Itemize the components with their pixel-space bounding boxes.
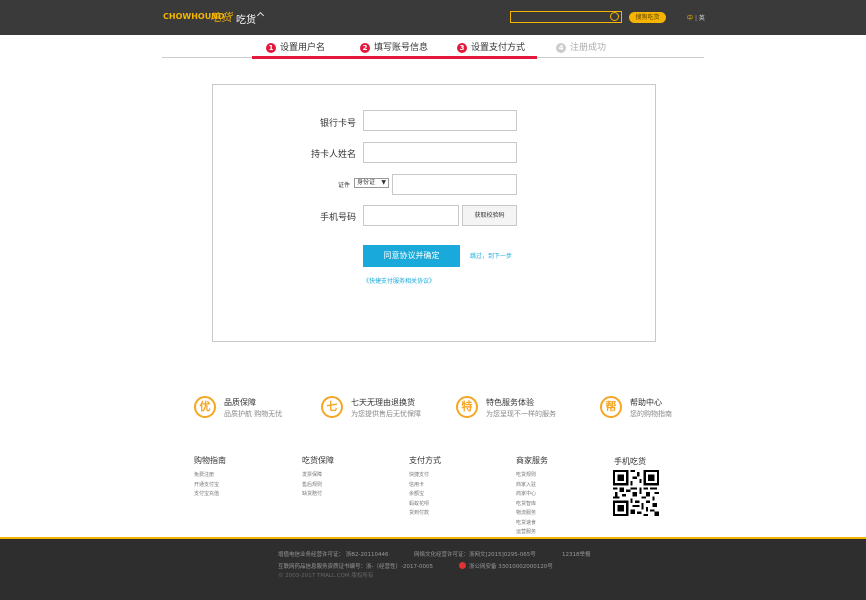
submit-button[interactable]: 同意协议并确定 (363, 245, 460, 267)
guarantee-title: 特色服务体验 (486, 398, 534, 407)
step-number: 1 (266, 43, 276, 53)
police-badge-icon (459, 562, 466, 569)
footer-bar (0, 537, 866, 600)
phone-label: 手机号码 (319, 213, 356, 223)
footer-link[interactable]: 售后规则 (302, 481, 334, 491)
guarantee-subtitle: 为您呈现不一样的服务 (486, 410, 556, 418)
skip-link[interactable]: 跳过，到下一步 (470, 251, 512, 260)
report-link[interactable]: 12318举报 (562, 550, 591, 558)
logo-cn[interactable]: 吃货 (210, 9, 232, 25)
lang-separator: | (694, 15, 697, 22)
footer-col-payment: 支付方式 快捷支付 信用卡 余额宝 蚂蚁花呗 货到付款 (409, 455, 441, 519)
step-2: 2 填写账号信息 (360, 40, 428, 58)
footer-link[interactable]: 吃货智库 (516, 500, 548, 510)
step-label: 设置用户名 (280, 43, 326, 53)
footer-col-guarantee: 吃货保障 发票保障 售后规则 缺货赔付 (302, 455, 334, 500)
footer-link[interactable]: 吃货规则 (516, 471, 548, 481)
footer-link[interactable]: 蚂蚁花呗 (409, 500, 441, 510)
footer-col-merchant: 商家服务 吃货规则 商家入驻 商家中心 吃货智库 物流服务 吃货速食 运营服务 (516, 455, 548, 538)
cardholder-input[interactable] (363, 142, 517, 163)
footer-col-title: 购物指南 (194, 456, 226, 465)
guarantee-subtitle: 品质护航 购物无忧 (224, 410, 283, 418)
step-number: 4 (556, 43, 566, 53)
quality-icon: 优 (194, 396, 216, 418)
seven-day-icon: 七 (321, 396, 343, 418)
footer-link[interactable]: 信用卡 (409, 481, 441, 491)
footer-col-title: 支付方式 (409, 456, 441, 465)
step-label: 设置支付方式 (471, 43, 526, 53)
footer-link[interactable]: 物流服务 (516, 509, 548, 519)
page: { "header": { "logo": "CHOWHOUND", "logo… (0, 0, 866, 600)
guarantee-title: 七天无理由退换货 (351, 398, 415, 407)
footer-link[interactable]: 缺货赔付 (302, 490, 334, 500)
dropdown-arrow-icon: ▼ (381, 179, 386, 186)
footer-link[interactable]: 商家中心 (516, 490, 548, 500)
language-switch: 中 | 英 (687, 13, 705, 22)
step-number: 3 (457, 43, 467, 53)
culture-license: 网络文化经营许可证：浙网文[2015]0295-065号 (414, 552, 536, 558)
lang-en[interactable]: 英 (699, 15, 705, 22)
footer-link[interactable]: 免费注册 (194, 471, 226, 481)
lang-zh[interactable]: 中 (687, 15, 693, 22)
chevron-up-icon[interactable] (256, 11, 265, 20)
step-4: 4 注册成功 (556, 40, 606, 58)
footer-link[interactable]: 快捷支付 (409, 471, 441, 481)
special-icon: 特 (456, 396, 478, 418)
drug-license: 互联网药品信息服务资质证书编号：浙-（经营性）-2017-0005 (278, 564, 433, 570)
footer-link[interactable]: 吃货速食 (516, 519, 548, 529)
step-3: 3 设置支付方式 (457, 40, 525, 58)
footer-link[interactable]: 支付宝充值 (194, 490, 226, 500)
footer-link[interactable]: 余额宝 (409, 490, 441, 500)
copyright: © 2003-2017 TMALL.COM 版权所有 (278, 573, 374, 579)
footer-col-title: 吃货保障 (302, 456, 334, 465)
guarantee-title: 帮助中心 (630, 398, 662, 407)
top-header: CHOWHOUND 吃货 吃货 搜狗吃货 中 | 英 (0, 0, 866, 35)
search-button[interactable]: 搜狗吃货 (629, 12, 666, 23)
step-1: 1 设置用户名 (266, 40, 325, 58)
bank-card-input[interactable] (363, 110, 517, 131)
mobile-app-title: 手机吃货 (614, 457, 646, 466)
search-icon[interactable] (610, 12, 619, 21)
id-number-input[interactable] (392, 174, 517, 195)
footer-link[interactable]: 发票保障 (302, 471, 334, 481)
qr-code (613, 470, 659, 516)
footer-col-title: 商家服务 (516, 456, 548, 465)
guarantee-subtitle: 您的购物指南 (630, 410, 672, 418)
search-input[interactable] (510, 11, 622, 23)
id-label: 证件 (337, 182, 350, 189)
footer-link[interactable]: 商家入驻 (516, 481, 548, 491)
footer-link[interactable]: 货到付款 (409, 509, 441, 519)
guarantee-subtitle: 为您提供售后无忧保障 (351, 410, 421, 418)
step-label: 填写账号信息 (374, 43, 429, 53)
guarantee-title: 品质保障 (224, 398, 256, 407)
help-icon: 帮 (600, 396, 622, 418)
step-label: 注册成功 (570, 43, 607, 53)
bank-card-label: 银行卡号 (319, 119, 356, 129)
step-number: 2 (360, 43, 370, 53)
id-type-select[interactable]: 身份证 ▼ (354, 178, 389, 188)
phone-input[interactable] (363, 205, 459, 226)
footer-link[interactable]: 开通支付宝 (194, 481, 226, 491)
icp-license: 增值电信业务经营许可证： 浙B2-20110446 (278, 552, 389, 558)
site-name[interactable]: 吃货 (236, 11, 256, 26)
get-code-button[interactable]: 获取校验码 (462, 205, 517, 226)
id-type-value: 身份证 (357, 179, 376, 186)
cardholder-label: 持卡人姓名 (310, 150, 356, 160)
footer-col-shopping: 购物指南 免费注册 开通支付宝 支付宝充值 (194, 455, 226, 500)
protocol-link[interactable]: 《快捷支付服务相关协议》 (363, 276, 435, 285)
public-security-record[interactable]: 浙公网安备 33010002000120号 (469, 562, 553, 570)
